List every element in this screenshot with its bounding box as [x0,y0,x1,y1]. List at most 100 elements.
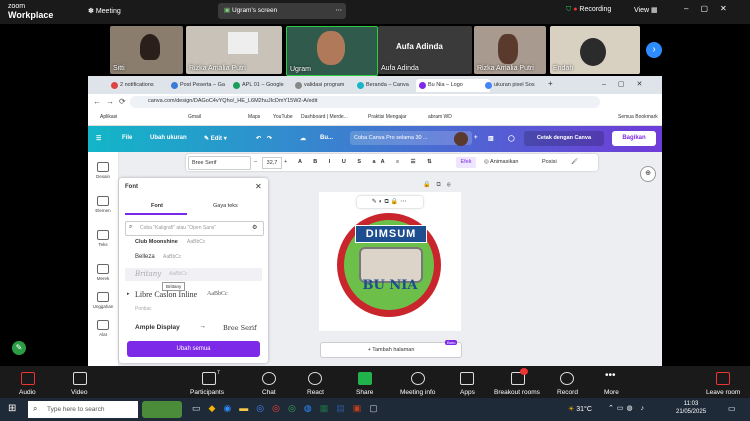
bookmark[interactable]: Semua Bookmark [618,114,658,120]
sidebar-item-design[interactable]: Desain [88,162,118,179]
taskbar-search[interactable]: ⌕ Type here to search [28,401,138,418]
format-buttons[interactable]: A B I U S aA ≡ ☰ ⇅ [298,159,437,165]
recording-indicator[interactable]: ⛉ ● Recording [566,6,611,14]
next-page-button[interactable]: › [646,42,662,58]
file-menu[interactable]: File [122,135,132,141]
tab-font[interactable]: Font [151,203,163,209]
font-selector[interactable]: Bree Serif [188,156,251,170]
close-icon[interactable]: ✕ [255,182,262,191]
participant-tile[interactable]: Aufa Adinda Aufa Adinda [378,26,472,74]
add-collaborator-icon[interactable]: + [474,135,478,141]
new-tab-icon[interactable]: + [548,79,553,88]
participant-tile-active[interactable]: Ugram [286,26,378,76]
bookmark[interactable]: Dashboard | Merde... [301,114,348,120]
record-icon[interactable] [560,372,574,385]
bookmark[interactable]: YouTube [273,114,293,120]
paw-icon: ✽ [88,8,94,15]
font-item-hovered[interactable]: Britany AaBbCc [125,268,262,281]
design-page[interactable]: ✎◐⧉🔒⋯ DIMSUM BU NIA [319,192,461,331]
sidebar-item-elements[interactable]: Elemen [88,196,118,213]
leave-icon[interactable] [716,372,730,385]
bookmark[interactable]: Gmail [188,114,201,120]
tab-ukuran-pixel[interactable]: ukuran pixel Sos [482,79,554,92]
bookmark[interactable]: Maps [248,114,260,120]
position-button[interactable]: Posisi [542,159,557,165]
info-icon[interactable] [411,372,425,385]
meeting-button[interactable]: ✽ Meeting [88,7,121,15]
font-item[interactable]: Pontiac [125,305,262,315]
font-item[interactable]: ▸ Libre Caslon Inline AaBbCc [125,288,262,302]
more-icon[interactable]: ⋯ [336,3,343,19]
participant-tile[interactable]: Endah [550,26,640,74]
nav-buttons[interactable]: ←→⟳ [93,97,131,106]
font-item[interactable]: Belleza AaBbCc [125,252,262,264]
tab-apl[interactable]: APL 01 – Google [230,79,300,92]
tab-text-style[interactable]: Gaya teks [213,203,238,209]
participants-icon[interactable] [202,372,216,385]
avatar[interactable] [454,132,468,146]
element-toolbar[interactable]: ✎◐⧉🔒⋯ [357,196,423,208]
apps-icon[interactable] [460,372,474,385]
effects-button[interactable]: Efek [456,157,476,168]
share-screen-icon[interactable] [358,372,372,385]
clock[interactable]: 11:03 21/05/2025 [676,400,706,416]
mic-muted-icon[interactable] [21,372,35,385]
resize-menu[interactable]: Ubah ukuran [150,135,187,141]
tab-bu-nia-active[interactable]: Bu Nia – Logo [416,79,490,92]
font-size-input[interactable]: 32,7 [262,157,282,169]
animate-button[interactable]: ◎ Animasikan [484,159,518,165]
assistant-icon[interactable]: ⊕ [640,166,656,182]
bookmark[interactable]: Aplikasi [100,114,117,120]
tab-notifications[interactable]: 2 notifications [108,79,175,92]
paint-format-icon[interactable]: 🖌 [571,159,578,165]
font-search-input[interactable]: ⌕ Coba "Kaligrafi" atau "Open Sans" ⚙ [125,221,264,236]
tab-validasi[interactable]: validasi program [292,79,362,92]
increase-size-icon[interactable]: + [284,159,287,165]
bookmark[interactable]: Praktisi Mengajar [368,114,407,120]
react-icon[interactable] [308,372,322,385]
bookmark[interactable]: abram WD [428,114,452,120]
decrease-size-icon[interactable]: – [254,159,257,165]
sidebar-item-uploads[interactable]: Unggahan [88,292,118,309]
notification-icon[interactable]: ▭ [728,404,736,413]
menu-icon[interactable]: ☰ [96,135,101,142]
window-controls[interactable]: –▢✕ [684,4,739,13]
chat-icon[interactable] [262,372,276,385]
add-page-button[interactable]: + Tambah halaman [320,342,462,358]
share-banner[interactable]: ▣ Ugram's screen ⋯ [218,3,346,19]
video-icon[interactable] [73,372,87,385]
undo-redo[interactable]: ↶↷ [256,135,278,142]
windows-start-icon[interactable]: ⊞ [8,404,16,414]
sidebar-item-text[interactable]: Teks [88,230,118,247]
comment-icon[interactable]: ◯ [508,135,515,142]
chart-icon[interactable]: ▥ [488,135,494,142]
pinned-apps[interactable]: ▭◆◉▬◎◎◎◍▦▤▣▢ [192,403,386,414]
more-icon[interactable]: ••• [605,371,617,383]
participant-tile[interactable]: Sitti [110,26,183,74]
new-badge: Baru [445,340,458,345]
participant-tile[interactable]: Rizka Amalia Putri [186,26,282,74]
logo-title-text[interactable]: DIMSUM [355,225,427,243]
font-item[interactable]: Club Moonshine AaBbCc [125,238,262,248]
print-button[interactable]: Cetak dengan Canva [524,131,604,146]
weather[interactable]: ☀ 31°C [568,405,592,413]
doc-title[interactable]: Bu... [320,135,333,141]
page-actions[interactable]: 🔒⧉⊕ [423,181,457,189]
address-bar[interactable]: canva.com/design/DAGoC4vYQho/_HE_L6M2huJ… [130,96,600,108]
sidebar-item-brand[interactable]: Merek [88,264,118,281]
filter-icon[interactable]: ⚙ [252,224,257,231]
tab-beranda-canva[interactable]: Beranda – Canva [354,79,424,92]
view-button[interactable]: View ▦ [634,6,658,14]
annotate-icon[interactable]: ✎ [12,341,26,355]
sidebar-item-tools[interactable]: Alat [88,320,118,337]
font-pairing[interactable]: Ample Display → Bree Serif [125,322,262,334]
apply-all-button[interactable]: Ubah semua [127,341,260,357]
system-tray[interactable]: ⌃▭◍ ♪ [608,404,647,412]
browser-window-controls[interactable]: –▢✕ [602,80,654,88]
logo-subtitle-text[interactable]: BU NIA [353,278,427,296]
search-highlight-image[interactable] [142,401,182,418]
share-button[interactable]: Bagikan [612,131,656,146]
tab-post-peserta[interactable]: Post Peserta – Ga [168,79,238,92]
edit-menu[interactable]: ✎ Edit ▾ [204,135,227,142]
participant-tile[interactable]: Rizka Amalia Putri [474,26,546,74]
